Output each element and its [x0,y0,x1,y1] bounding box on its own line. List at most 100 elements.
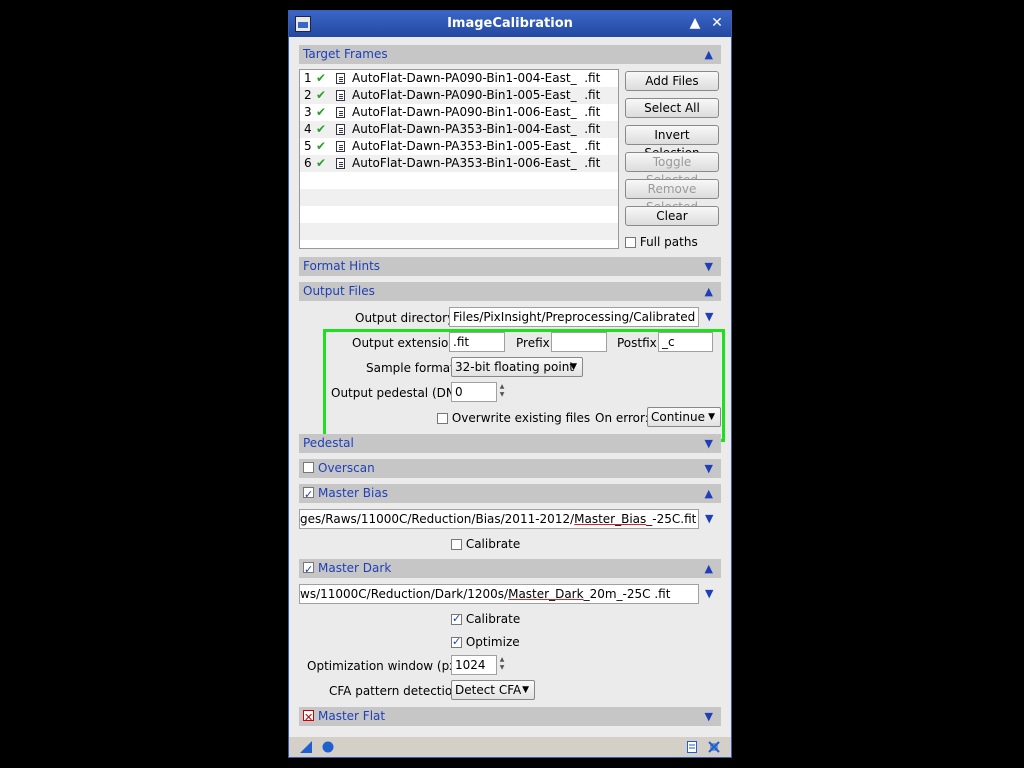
content-area: Target Frames ▲ 1 ✔ AutoFlat-Dawn-PA090-Bi… [289,37,731,757]
output-pedestal-field[interactable]: 0 [451,382,497,402]
path-text: ges/Raws/11000C/Reduction/Bias/2011-2012… [300,512,575,526]
list-item[interactable]: 5 ✔ AutoFlat-Dawn-PA353-Bin1-005-East_ .fi… [300,138,618,155]
dark-calibrate-label: Calibrate [465,612,521,626]
list-item[interactable]: 1 ✔ AutoFlat-Dawn-PA090-Bin1-004-East_ .fi… [300,70,618,87]
expand-icon[interactable]: ▼ [705,257,713,276]
path-text: Master_Dark [508,587,584,601]
master-dark-path-field[interactable]: ws/11000C/Reduction/Dark/1200s/Master_Da… [299,584,699,604]
dark-calibrate-checkbox[interactable] [451,612,462,625]
section-title: Master Bias [318,486,388,500]
empty-row [300,172,618,189]
chevron-down-icon[interactable]: ▼ [705,512,713,525]
optimization-window-field[interactable]: 1024 [451,655,497,675]
check-icon[interactable]: ✔ [316,104,326,121]
list-item[interactable]: 3 ✔ AutoFlat-Dawn-PA090-Bin1-006-East_ .fi… [300,104,618,121]
overwrite-label: Overwrite existing files [451,411,591,425]
apply-global-icon[interactable] [321,740,335,754]
row-number: 1 [304,71,312,85]
title-bar[interactable]: ImageCalibration ▲ ✕ [289,11,731,37]
cfa-pattern-label: CFA pattern detection: [329,684,464,698]
add-files-button[interactable]: Add Files [625,71,719,91]
new-instance-icon[interactable] [299,740,313,754]
section-title: Overscan [318,461,375,475]
list-item[interactable]: 6 ✔ AutoFlat-Dawn-PA353-Bin1-006-East_ .fi… [300,155,618,172]
full-paths-option[interactable]: Full paths [625,235,698,249]
master-dark-checkbox[interactable] [303,560,314,579]
empty-row [300,189,618,206]
section-output-files[interactable]: Output Files ▲ [299,282,721,301]
full-paths-checkbox[interactable] [625,237,636,248]
select-all-button[interactable]: Select All [625,98,719,118]
chevron-down-icon[interactable]: ▼ [705,587,713,600]
expand-icon[interactable]: ▼ [705,434,713,453]
collapse-icon[interactable]: ▲ [705,484,713,503]
clear-button[interactable]: Clear [625,206,719,226]
master-bias-checkbox[interactable] [303,485,314,504]
overscan-checkbox[interactable] [303,462,314,473]
file-name: AutoFlat-Dawn-PA090-Bin1-006-East_ .fit [352,105,601,119]
collapse-icon[interactable]: ▲ [705,282,713,301]
expand-icon[interactable]: ▼ [705,707,713,726]
invert-selection-button[interactable]: Invert Selection [625,125,719,160]
bias-calibrate-checkbox[interactable] [451,539,462,550]
target-frames-list[interactable]: 1 ✔ AutoFlat-Dawn-PA090-Bin1-004-East_ .fi… [299,69,619,249]
on-error-value: Continue [651,410,705,424]
list-item[interactable]: 2 ✔ AutoFlat-Dawn-PA090-Bin1-005-East_ .fi… [300,87,618,104]
cfa-pattern-select[interactable]: Detect CFA ▼ [451,680,535,700]
master-bias-path-field[interactable]: ges/Raws/11000C/Reduction/Bias/2011-2012… [299,509,699,529]
section-pedestal[interactable]: Pedestal ▼ [299,434,721,453]
list-item[interactable]: 4 ✔ AutoFlat-Dawn-PA353-Bin1-004-East_ .fi… [300,121,618,138]
path-text: Master_Bias [574,512,647,526]
overwrite-checkbox[interactable] [437,413,448,424]
remove-selected-button[interactable]: Remove Selected [625,179,719,214]
section-master-bias[interactable]: Master Bias ▲ [299,484,721,504]
dark-optimize-checkbox[interactable] [451,635,462,648]
optimization-window-label: Optimization window (px): [307,659,466,673]
check-icon[interactable]: ✔ [316,155,326,172]
section-format-hints[interactable]: Format Hints ▼ [299,257,721,276]
close-icon[interactable]: ✕ [709,15,725,31]
expand-icon[interactable]: ▼ [705,459,713,478]
dark-calibrate-option[interactable]: Calibrate [451,612,520,626]
row-number: 2 [304,88,312,102]
section-master-flat[interactable]: Master Flat ▼ [299,707,721,727]
on-error-select[interactable]: Continue ▼ [647,407,721,427]
file-name: AutoFlat-Dawn-PA090-Bin1-005-East_ .fit [352,88,601,102]
check-icon[interactable]: ✔ [316,138,326,155]
output-extension-label: Output extension: [352,336,461,350]
section-target-frames[interactable]: Target Frames ▲ [299,45,721,64]
postfix-field[interactable]: _c [658,332,713,352]
chevron-down-icon: ▼ [708,412,715,422]
document-icon[interactable] [685,740,699,754]
output-extension-field[interactable]: .fit [449,332,505,352]
sample-format-label: Sample format: [366,361,459,375]
row-number: 4 [304,122,312,136]
check-icon[interactable]: ✔ [316,87,326,104]
bottom-toolbar [289,737,731,757]
on-error-label: On error: [595,411,649,425]
dark-optimize-label: Optimize [465,635,520,649]
file-icon [336,141,345,152]
shade-icon[interactable]: ▲ [687,15,703,31]
output-directory-field[interactable]: Files/PixInsight/Preprocessing/Calibrate… [449,307,699,327]
sample-format-select[interactable]: 32-bit floating point ▼ [451,357,583,377]
reset-icon[interactable] [707,740,721,754]
overwrite-option[interactable]: Overwrite existing files [437,411,590,425]
bias-calibrate-option[interactable]: Calibrate [451,537,520,551]
chevron-down-icon[interactable]: ▼ [705,310,713,323]
empty-row [300,206,618,223]
check-icon[interactable]: ✔ [316,70,326,87]
spin-arrows-icon[interactable]: ▲ ▼ [496,656,508,674]
spin-arrows-icon[interactable]: ▲ ▼ [496,383,508,401]
section-master-dark[interactable]: Master Dark ▲ [299,559,721,579]
section-overscan[interactable]: Overscan ▼ [299,459,721,478]
check-icon[interactable]: ✔ [316,121,326,138]
collapse-icon[interactable]: ▲ [705,45,713,64]
dark-optimize-option[interactable]: Optimize [451,635,520,649]
section-title: Master Flat [318,709,386,723]
toggle-selected-button[interactable]: Toggle Selected [625,152,719,187]
prefix-field[interactable] [551,332,607,352]
master-flat-checkbox[interactable] [303,708,314,727]
collapse-icon[interactable]: ▲ [705,559,713,578]
section-title: Pedestal [303,436,354,450]
